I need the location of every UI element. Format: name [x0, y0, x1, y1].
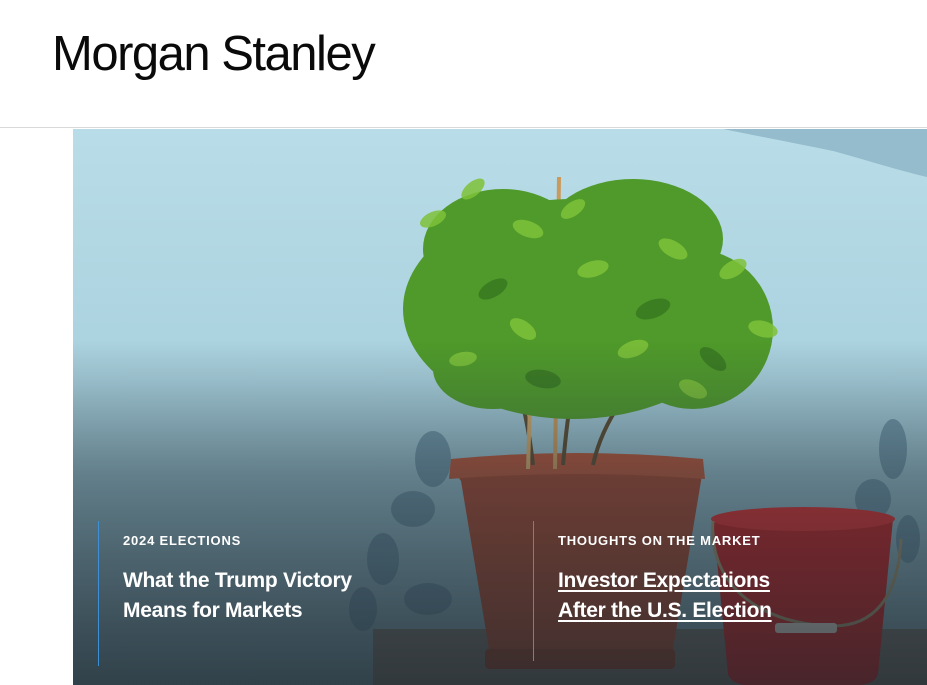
story-eyebrow: THOUGHTS ON THE MARKET [558, 533, 761, 548]
story-headline-link[interactable]: What the Trump Victory Means for Markets [123, 566, 353, 626]
site-header: Morgan Stanley [0, 0, 927, 128]
hero-banner: 2024 ELECTIONS What the Trump Victory Me… [73, 129, 927, 685]
story-card-elections: 2024 ELECTIONS What the Trump Victory Me… [98, 521, 498, 666]
morgan-stanley-logo[interactable]: Morgan Stanley [52, 30, 376, 79]
story-card-market-thoughts: THOUGHTS ON THE MARKET Investor Expectat… [533, 521, 863, 661]
story-eyebrow: 2024 ELECTIONS [123, 533, 242, 548]
story-headline-link[interactable]: Investor Expectations After the U.S. Ele… [558, 566, 808, 626]
